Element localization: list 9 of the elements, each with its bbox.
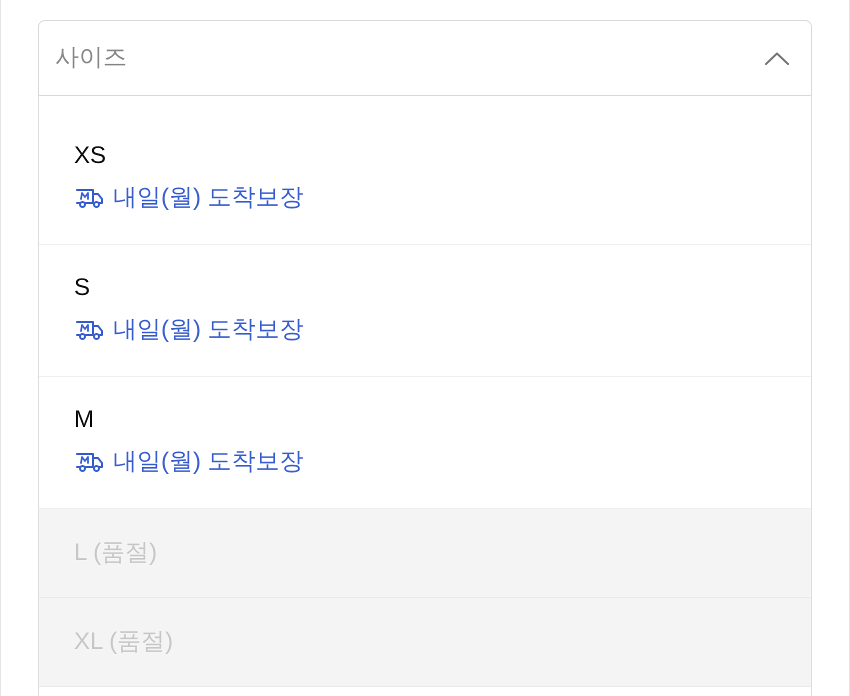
- option-label: M: [74, 405, 94, 435]
- delivery-text: 내일(월) 도착보장: [113, 315, 304, 345]
- delivery-text: 내일(월) 도착보장: [113, 183, 304, 213]
- option-label: XS: [74, 141, 106, 171]
- truck-icon: [74, 451, 104, 473]
- truck-icon: [74, 187, 104, 209]
- truck-icon: [74, 319, 104, 341]
- delivery-text: 내일(월) 도착보장: [113, 447, 304, 477]
- option-label: S: [74, 273, 90, 303]
